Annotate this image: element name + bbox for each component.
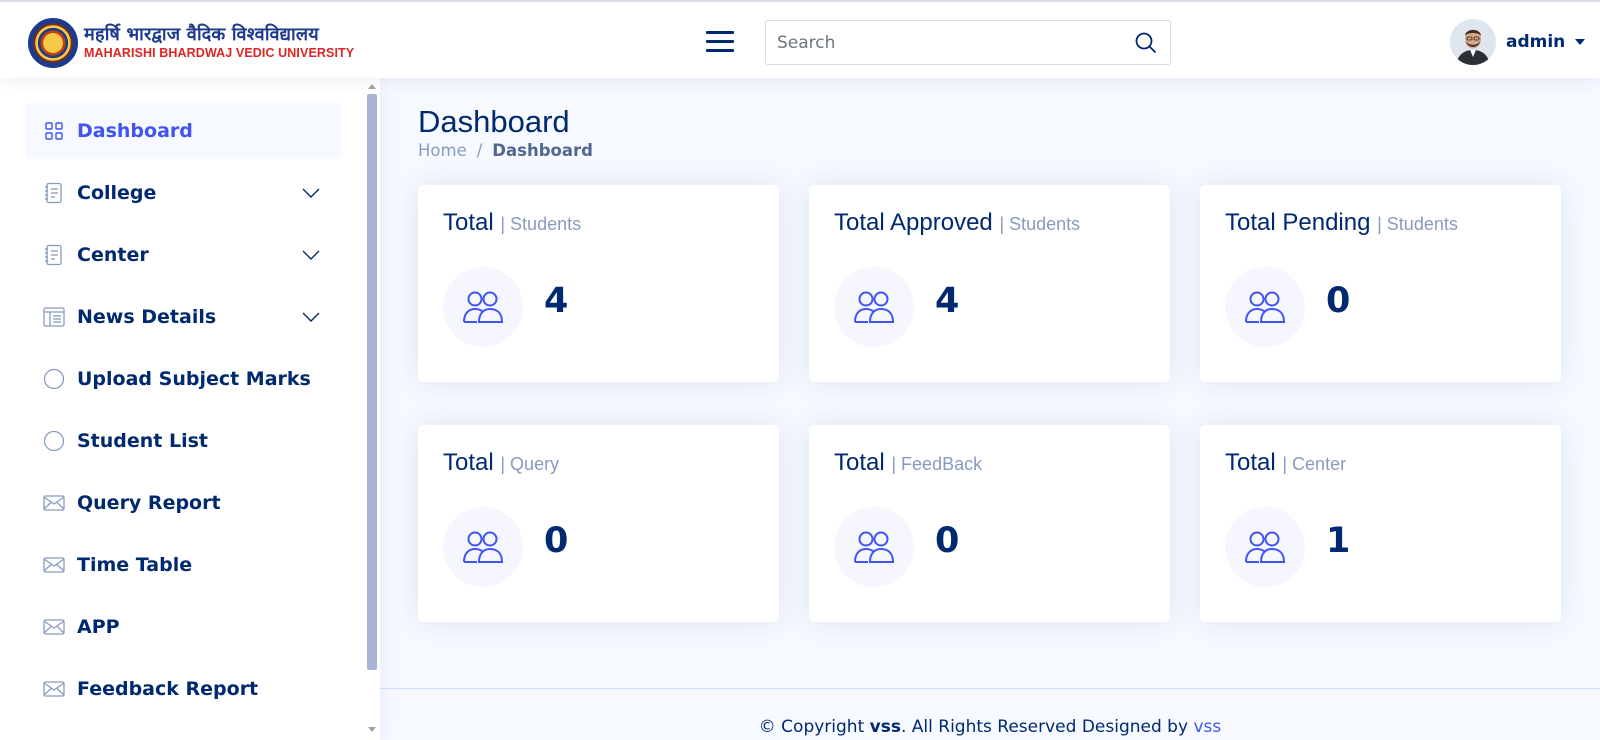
card-title: Total | Center xyxy=(1225,449,1347,476)
journal-icon xyxy=(43,244,65,266)
scroll-down-arrow-icon[interactable] xyxy=(368,727,376,732)
envelope-icon xyxy=(43,492,65,514)
sidebar-item-time-table[interactable]: Time Table xyxy=(25,537,341,593)
journal-icon xyxy=(43,182,65,204)
breadcrumb-separator: / xyxy=(476,141,483,160)
people-icon xyxy=(1225,267,1305,347)
card-value: 1 xyxy=(1326,521,1351,561)
sidebar-item-college[interactable]: College xyxy=(25,165,341,221)
university-emblem-icon xyxy=(28,18,78,68)
breadcrumb-current: Dashboard xyxy=(492,141,593,160)
stat-card-total-feedback: Total | FeedBack 0 xyxy=(809,425,1170,622)
sidebar-item-dashboard[interactable]: Dashboard xyxy=(25,103,341,159)
people-icon xyxy=(443,507,523,587)
header: महर्षि भारद्वाज वैदिक विश्वविद्यालय MAHA… xyxy=(0,0,1600,78)
sidebar-item-news-details[interactable]: News Details xyxy=(25,289,341,345)
card-value: 4 xyxy=(935,281,960,321)
sidebar-item-center[interactable]: Center xyxy=(25,227,341,283)
logo-hindi-name: महर्षि भारद्वाज वैदिक विश्वविद्यालय xyxy=(84,24,319,46)
sidebar-item-feedback-report[interactable]: Feedback Report xyxy=(25,661,341,717)
card-value: 0 xyxy=(1326,281,1351,321)
card-title: Total Pending | Students xyxy=(1225,209,1458,236)
page-title: Dashboard xyxy=(418,104,570,139)
profile-dropdown[interactable]: admin xyxy=(1450,19,1586,65)
people-icon xyxy=(834,267,914,347)
sidebar: Dashboard College Center News Details Up… xyxy=(0,78,380,740)
sidebar-nav: Dashboard College Center News Details Up… xyxy=(25,103,341,723)
avatar[interactable] xyxy=(1450,19,1496,65)
stat-card-total-center: Total | Center 1 xyxy=(1200,425,1561,622)
envelope-icon xyxy=(43,554,65,576)
people-icon xyxy=(443,267,523,347)
sidebar-item-label: Upload Subject Marks xyxy=(77,368,311,390)
card-subtitle: | Students xyxy=(500,214,582,234)
card-title: Total Approved | Students xyxy=(834,209,1081,236)
footer: © Copyright vss. All Rights Reserved Des… xyxy=(380,688,1600,740)
sidebar-scrollbar[interactable] xyxy=(364,78,380,740)
university-logo[interactable]: महर्षि भारद्वाज वैदिक विश्वविद्यालय MAHA… xyxy=(28,18,354,68)
circle-icon xyxy=(43,430,65,452)
scrollbar-thumb[interactable] xyxy=(367,94,377,670)
search-icon[interactable] xyxy=(1132,29,1160,57)
copyright-brand: vss xyxy=(869,717,901,737)
card-subtitle: | Query xyxy=(500,454,560,474)
designer-link[interactable]: vss xyxy=(1193,717,1221,737)
sidebar-item-student-list[interactable]: Student List xyxy=(25,413,341,469)
sidebar-item-label: News Details xyxy=(77,306,217,328)
stat-card-total-query: Total | Query 0 xyxy=(418,425,779,622)
card-value: 0 xyxy=(544,521,569,561)
logo-english-name: MAHARISHI BHARDWAJ VEDIC UNIVERSITY xyxy=(84,46,355,61)
envelope-icon xyxy=(43,678,65,700)
circle-icon xyxy=(43,368,65,390)
sidebar-item-label: Center xyxy=(77,244,149,266)
people-icon xyxy=(834,507,914,587)
sidebar-item-label: Feedback Report xyxy=(77,678,259,700)
profile-username[interactable]: admin xyxy=(1506,32,1565,52)
sidebar-item-label: APP xyxy=(77,616,120,638)
search-input[interactable] xyxy=(766,21,1122,64)
card-subtitle: | Students xyxy=(999,214,1081,234)
card-value: 0 xyxy=(935,521,960,561)
stat-card-total-approved-students: Total Approved | Students 4 xyxy=(809,185,1170,382)
chevron-down-icon[interactable] xyxy=(301,307,321,327)
sidebar-item-label: College xyxy=(77,182,157,204)
breadcrumb: Home / Dashboard xyxy=(418,141,593,160)
sidebar-item-upload-subject-marks[interactable]: Upload Subject Marks xyxy=(25,351,341,407)
card-value: 4 xyxy=(544,281,569,321)
sidebar-item-label: Student List xyxy=(77,430,209,452)
card-title: Total | Students xyxy=(443,209,582,236)
card-title: Total | Query xyxy=(443,449,560,476)
sidebar-item-query-report[interactable]: Query Report xyxy=(25,475,341,531)
stat-card-total-pending-students: Total Pending | Students 0 xyxy=(1200,185,1561,382)
logo-text: महर्षि भारद्वाज वैदिक विश्वविद्यालय MAHA… xyxy=(84,26,354,60)
grid-icon xyxy=(43,120,65,142)
card-subtitle: | FeedBack xyxy=(891,454,983,474)
card-title: Total | FeedBack xyxy=(834,449,983,476)
chevron-down-icon[interactable] xyxy=(301,183,321,203)
sidebar-item-label: Query Report xyxy=(77,492,221,514)
scroll-up-arrow-icon[interactable] xyxy=(368,84,376,89)
envelope-icon xyxy=(43,616,65,638)
sidebar-item-label: Dashboard xyxy=(77,120,193,142)
breadcrumb-home-link[interactable]: Home xyxy=(418,141,467,160)
people-icon xyxy=(1225,507,1305,587)
card-subtitle: | Center xyxy=(1282,454,1347,474)
search-bar xyxy=(765,20,1171,65)
copyright-text: © Copyright vss. All Rights Reserved Des… xyxy=(758,717,1222,737)
chevron-down-icon[interactable] xyxy=(301,245,321,265)
main-content: Dashboard Home / Dashboard Total | Stude… xyxy=(380,78,1600,740)
sidebar-item-app[interactable]: APP xyxy=(25,599,341,655)
caret-down-icon[interactable] xyxy=(1575,39,1586,45)
card-subtitle: | Students xyxy=(1377,214,1458,234)
sidebar-item-label: Time Table xyxy=(77,554,193,576)
stat-card-total-students: Total | Students 4 xyxy=(418,185,779,382)
layout-text-icon xyxy=(43,306,65,328)
hamburger-icon[interactable] xyxy=(706,29,734,53)
